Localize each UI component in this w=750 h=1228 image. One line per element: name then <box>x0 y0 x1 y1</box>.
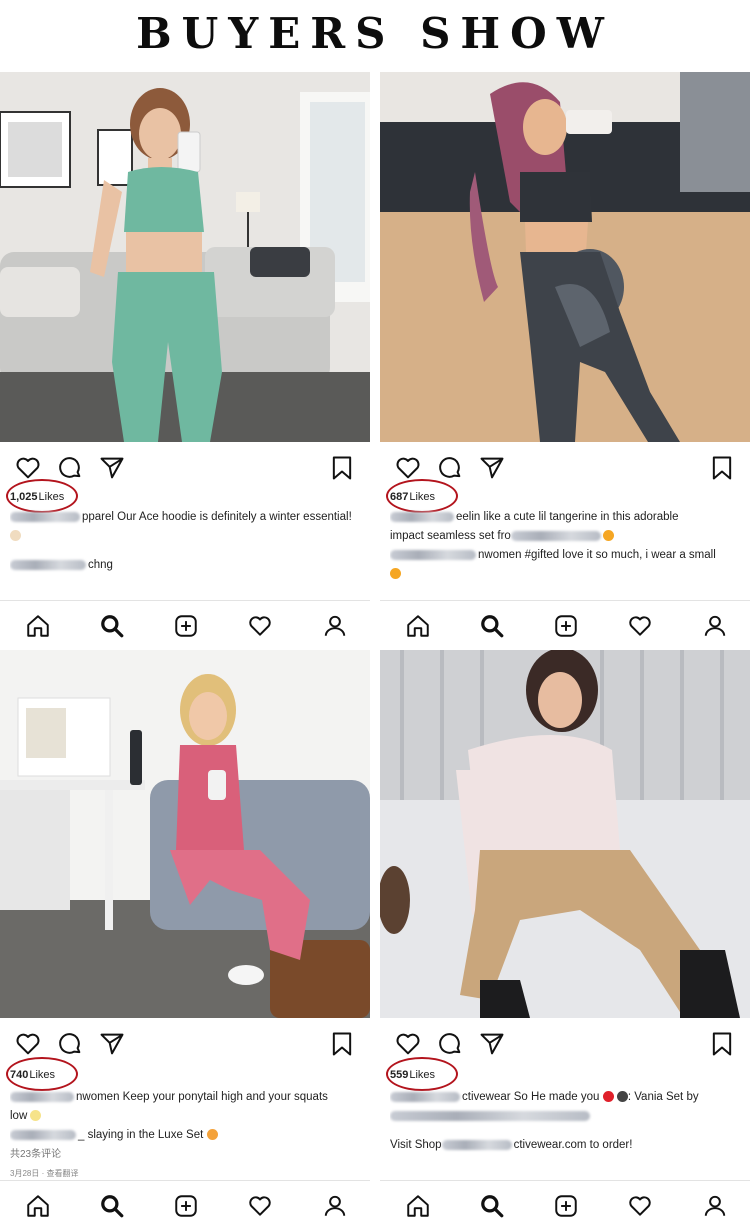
home-icon[interactable] <box>25 1193 51 1219</box>
add-icon[interactable] <box>553 613 579 639</box>
heart-icon[interactable] <box>394 454 422 482</box>
post-photo[interactable] <box>380 650 750 1018</box>
search-icon[interactable] <box>479 613 505 639</box>
comment-icon[interactable] <box>436 1030 464 1058</box>
comment-icon[interactable] <box>56 454 84 482</box>
profile-icon[interactable] <box>322 1193 348 1219</box>
send-icon[interactable] <box>98 454 126 482</box>
highlight-ring <box>386 1057 458 1091</box>
comment-icon[interactable] <box>56 1030 84 1058</box>
profile-icon[interactable] <box>702 1193 728 1219</box>
post-card-1: 1,025 Likes pparel Our Ace hoodie is def… <box>0 72 370 648</box>
bottom-tab-bar <box>380 600 750 648</box>
send-icon[interactable] <box>98 1030 126 1058</box>
post-caption: eelin like a cute lil tangerine in this … <box>390 508 742 584</box>
send-icon[interactable] <box>478 1030 506 1058</box>
post-card-3: 740 Likes nwomen Keep your ponytail high… <box>0 650 370 1228</box>
likes-count[interactable]: 559 Likes <box>386 1057 458 1091</box>
profile-icon[interactable] <box>322 613 348 639</box>
send-icon[interactable] <box>478 454 506 482</box>
post-photo[interactable] <box>0 72 370 442</box>
profile-icon[interactable] <box>702 613 728 639</box>
home-icon[interactable] <box>405 613 431 639</box>
bottom-tab-bar <box>380 1180 750 1228</box>
bookmark-icon[interactable] <box>708 454 736 482</box>
bookmark-icon[interactable] <box>708 1030 736 1058</box>
bookmark-icon[interactable] <box>328 454 356 482</box>
search-icon[interactable] <box>479 1193 505 1219</box>
heart-icon[interactable] <box>247 1193 273 1219</box>
post-photo[interactable] <box>380 72 750 442</box>
post-caption: ctivewear So He made you : Vania Set by … <box>390 1091 699 1151</box>
bottom-tab-bar <box>0 1180 370 1228</box>
add-icon[interactable] <box>553 1193 579 1219</box>
heart-icon[interactable] <box>14 454 42 482</box>
add-icon[interactable] <box>173 1193 199 1219</box>
home-icon[interactable] <box>25 613 51 639</box>
highlight-ring <box>6 1057 78 1091</box>
post-card-4: 559 Likes ctivewear So He made you : Van… <box>380 650 750 1228</box>
add-icon[interactable] <box>173 613 199 639</box>
post-caption: nwomen Keep your ponytail high and your … <box>10 1091 328 1178</box>
bottom-tab-bar <box>0 600 370 648</box>
post-caption: pparel Our Ace hoodie is definitely a wi… <box>10 508 362 575</box>
post-card-2: 687 Likes eelin like a cute lil tangerin… <box>380 72 750 648</box>
search-icon[interactable] <box>99 1193 125 1219</box>
banner-title: BUYERS SHOW <box>136 8 614 58</box>
post-photo[interactable] <box>0 650 370 1018</box>
comment-icon[interactable] <box>436 454 464 482</box>
home-icon[interactable] <box>405 1193 431 1219</box>
heart-icon[interactable] <box>627 1193 653 1219</box>
heart-icon[interactable] <box>394 1030 422 1058</box>
heart-icon[interactable] <box>247 613 273 639</box>
search-icon[interactable] <box>99 613 125 639</box>
heart-icon[interactable] <box>14 1030 42 1058</box>
bookmark-icon[interactable] <box>328 1030 356 1058</box>
heart-icon[interactable] <box>627 613 653 639</box>
likes-count[interactable]: 740 Likes <box>6 1057 78 1091</box>
